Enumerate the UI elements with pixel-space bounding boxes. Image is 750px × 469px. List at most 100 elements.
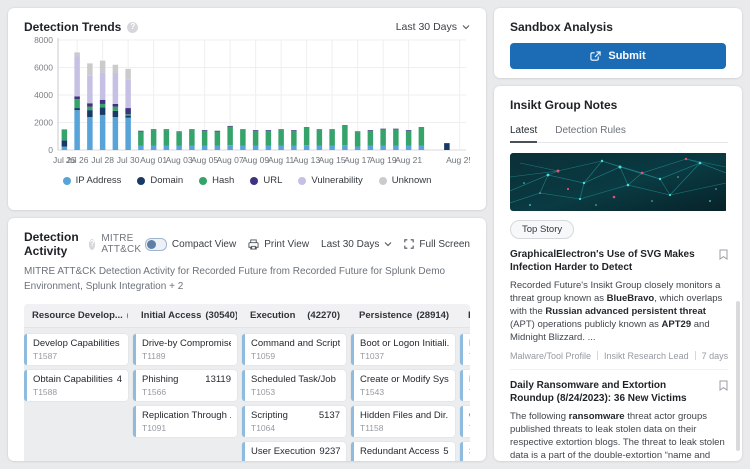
technique-card[interactable]: Obtain Capabilities4883T1588 <box>24 370 128 401</box>
bar-segment[interactable] <box>62 129 68 140</box>
bar-segment[interactable] <box>304 128 310 145</box>
bar-segment[interactable] <box>100 104 106 107</box>
bar-segment[interactable] <box>138 146 144 150</box>
bar-segment[interactable] <box>74 96 80 99</box>
bar-segment[interactable] <box>393 129 399 146</box>
bar-segment[interactable] <box>151 129 157 130</box>
activity-range-dropdown[interactable]: Last 30 Days <box>321 239 392 250</box>
bar-segment[interactable] <box>355 131 361 132</box>
bar-segment[interactable] <box>125 69 131 80</box>
technique-card[interactable]: Create or ModifT1543 <box>460 406 470 437</box>
legend-item[interactable]: Vulnerability <box>298 175 362 186</box>
bar-segment[interactable] <box>227 145 233 150</box>
note-headline[interactable]: Daily Ransomware and Extortion Roundup (… <box>510 379 711 405</box>
bar-segment[interactable] <box>87 103 93 106</box>
bar-segment[interactable] <box>227 127 233 146</box>
bar-segment[interactable] <box>100 72 106 100</box>
bar-segment[interactable] <box>368 146 374 150</box>
bookmark-icon[interactable] <box>719 249 728 260</box>
technique-card[interactable]: Boot or Logon InT1037 <box>460 334 470 365</box>
sandbox-submit-button[interactable]: Submit <box>510 43 726 69</box>
bar-segment[interactable] <box>266 130 272 131</box>
bar-segment[interactable] <box>189 130 195 146</box>
toggle-icon[interactable] <box>145 238 167 251</box>
bar-segment[interactable] <box>100 100 106 104</box>
bar-segment[interactable] <box>317 129 323 130</box>
info-icon[interactable]: ? <box>89 239 95 250</box>
compact-view-toggle[interactable]: Compact View <box>145 238 236 251</box>
bar-segment[interactable] <box>278 130 284 146</box>
bar-segment[interactable] <box>87 63 93 75</box>
bar-segment[interactable] <box>368 131 374 146</box>
bar-segment[interactable] <box>151 146 157 150</box>
bar-segment[interactable] <box>444 143 450 150</box>
tab-detection-rules[interactable]: Detection Rules <box>555 121 626 142</box>
full-screen-button[interactable]: Full Screen <box>404 239 470 250</box>
legend-item[interactable]: URL <box>250 175 282 186</box>
bar-segment[interactable] <box>113 111 119 117</box>
bar-segment[interactable] <box>240 130 246 146</box>
bar-segment[interactable] <box>342 126 348 145</box>
bar-segment[interactable] <box>100 61 106 73</box>
print-view-button[interactable]: Print View <box>248 239 309 250</box>
bar-segment[interactable] <box>240 129 246 130</box>
technique-card[interactable]: Scheduled Task/Job5137T1053 <box>242 370 346 401</box>
bar-segment[interactable] <box>253 146 259 150</box>
bar-segment[interactable] <box>164 130 170 146</box>
bar-segment[interactable] <box>215 131 221 132</box>
bar-segment[interactable] <box>406 130 412 131</box>
note-headline[interactable]: GraphicalElectron's Use of SVG Makes Inf… <box>510 248 711 274</box>
bar-segment[interactable] <box>113 117 119 150</box>
technique-card[interactable]: Replication Through ...5137T1091 <box>133 406 237 437</box>
bar-segment[interactable] <box>266 146 272 150</box>
bar-segment[interactable] <box>74 52 80 56</box>
technique-card[interactable]: Command and Script...9985T1059 <box>242 334 346 365</box>
bar-segment[interactable] <box>176 146 182 150</box>
technique-card[interactable]: Hidden Files and Dir...5137T1158 <box>351 406 455 437</box>
bar-segment[interactable] <box>100 107 106 115</box>
bar-segment[interactable] <box>87 107 93 110</box>
bar-segment[interactable] <box>291 131 297 146</box>
legend-item[interactable]: Hash <box>199 175 234 186</box>
info-icon[interactable]: ? <box>127 22 138 33</box>
trends-range-dropdown[interactable]: Last 30 Days <box>396 21 470 33</box>
bar-segment[interactable] <box>74 110 80 150</box>
bar-segment[interactable] <box>164 146 170 150</box>
bar-segment[interactable] <box>87 110 93 117</box>
bar-segment[interactable] <box>253 131 259 146</box>
legend-item[interactable]: Domain <box>137 175 183 186</box>
bar-segment[interactable] <box>125 116 131 118</box>
technique-card[interactable]: Phishing13119T1566 <box>133 370 237 401</box>
bar-segment[interactable] <box>304 145 310 150</box>
bar-segment[interactable] <box>164 129 170 130</box>
bar-segment[interactable] <box>138 131 144 132</box>
technique-card[interactable]: Create or Modify Sys...3521T1543 <box>351 370 455 401</box>
bar-segment[interactable] <box>176 132 182 146</box>
bar-segment[interactable] <box>393 146 399 150</box>
bar-segment[interactable] <box>74 108 80 110</box>
bar-segment[interactable] <box>125 114 131 115</box>
bar-segment[interactable] <box>125 118 131 150</box>
bar-segment[interactable] <box>202 131 208 146</box>
bar-segment[interactable] <box>113 73 119 104</box>
bar-segment[interactable] <box>87 76 93 104</box>
technique-card[interactable]: Redundant Access5137T1108 <box>351 442 455 461</box>
bar-segment[interactable] <box>355 132 361 146</box>
technique-card[interactable]: Develop Capabilities1464T1587 <box>24 334 128 365</box>
bar-segment[interactable] <box>368 130 374 131</box>
bar-segment[interactable] <box>100 115 106 150</box>
notes-scrollbar[interactable] <box>736 301 740 451</box>
bar-segment[interactable] <box>189 146 195 150</box>
detection-trends-chart[interactable]: 02000400060008000Jul 25Jul 26Jul 28Jul 3… <box>24 34 470 174</box>
technique-card[interactable]: Scheduled TaskT1053 <box>460 442 470 461</box>
bar-segment[interactable] <box>240 146 246 150</box>
bar-segment[interactable] <box>151 130 157 146</box>
bar-segment[interactable] <box>380 146 386 150</box>
bar-segment[interactable] <box>329 129 335 130</box>
bar-segment[interactable] <box>74 57 80 97</box>
bar-segment[interactable] <box>113 65 119 73</box>
technique-card[interactable]: Drive-by Compromise6350T1189 <box>133 334 237 365</box>
bar-segment[interactable] <box>317 130 323 146</box>
bar-segment[interactable] <box>87 117 93 150</box>
bar-segment[interactable] <box>125 108 131 114</box>
